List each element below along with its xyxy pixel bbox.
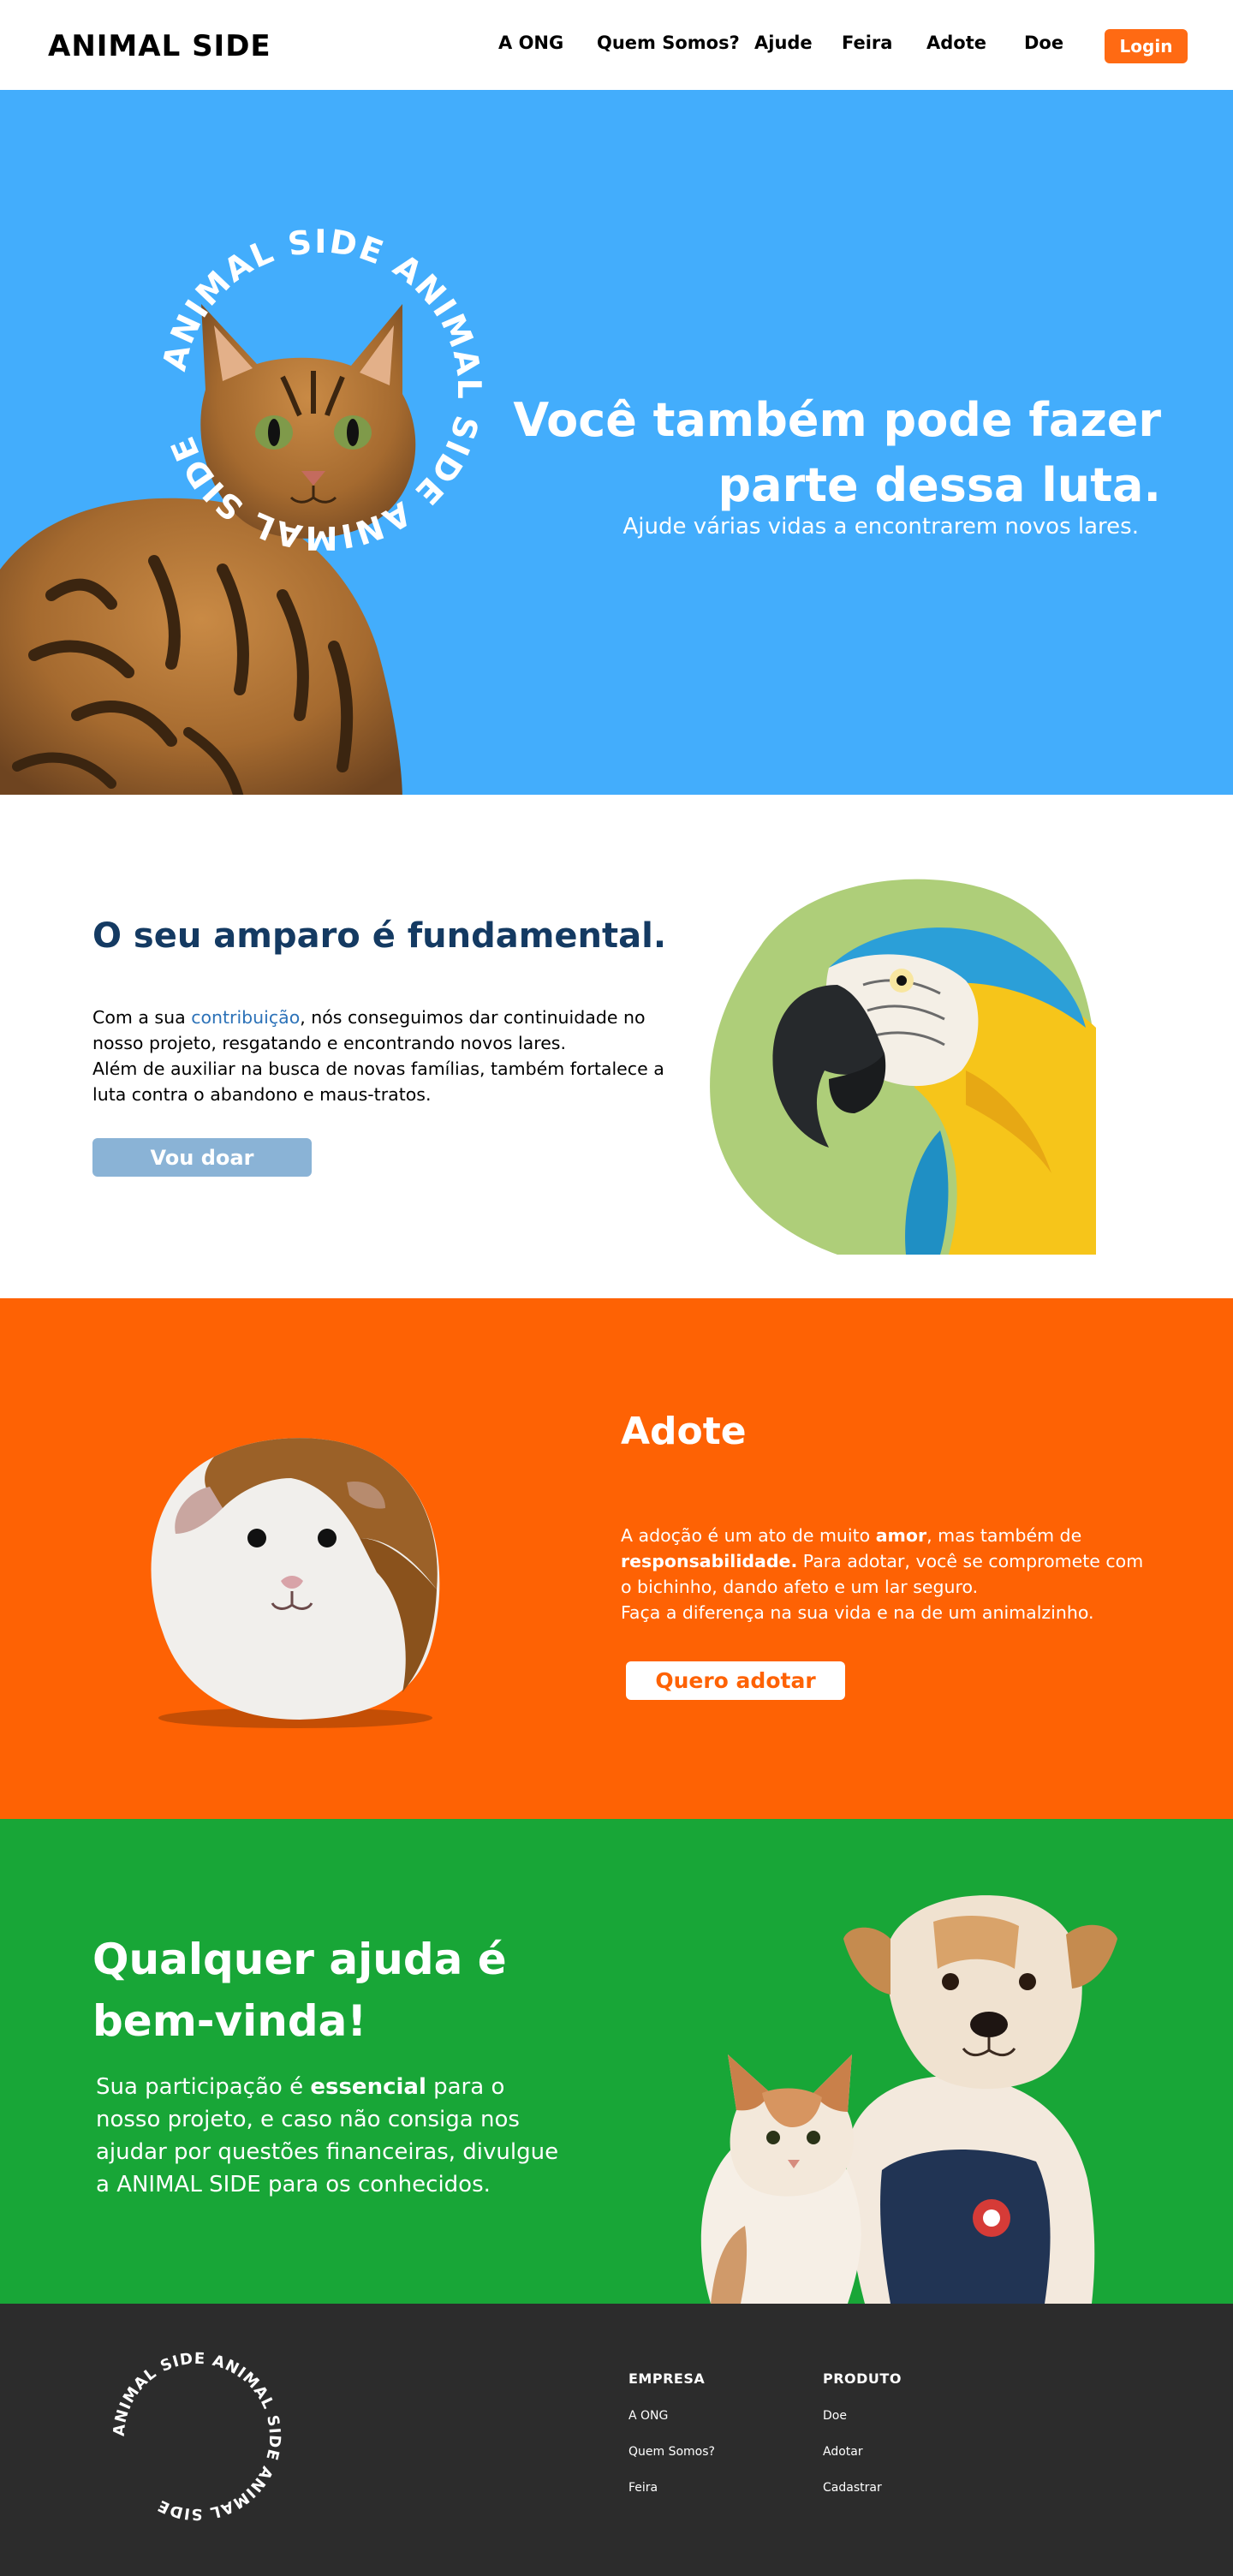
- ajuda-text-a: Sua participação é: [96, 2074, 311, 2100]
- footer-link-a-ong[interactable]: A ONG: [628, 2409, 715, 2423]
- adote-text-bold-amor: amor: [875, 1525, 927, 1546]
- hero-section: ANIMAL SIDE ANIMAL SIDE ANIMAL SIDE Você…: [0, 90, 1233, 795]
- ajuda-text: Sua participação é essencial para o noss…: [96, 2071, 575, 2201]
- donate-button[interactable]: Vou doar: [92, 1138, 312, 1177]
- ajuda-text-bold: essencial: [310, 2074, 426, 2100]
- adopt-button[interactable]: Quero adotar: [626, 1661, 845, 1700]
- nav-link-doe[interactable]: Doe: [1024, 33, 1063, 53]
- hero-title-line1: Você também pode fazer: [513, 393, 1161, 447]
- footer-link-feira[interactable]: Feira: [628, 2481, 715, 2495]
- adote-text-bold-resp: responsabilidade.: [621, 1551, 798, 1571]
- brand-ring-logo: ANIMAL SIDE ANIMAL SIDE ANIMAL SIDE: [155, 223, 488, 557]
- footer-ring-logo: ANIMAL SIDE ANIMAL SIDE ANIMAL SIDE: [110, 2350, 284, 2523]
- amparo-text-line2: Além de auxiliar na busca de novas famíl…: [92, 1058, 664, 1105]
- ajuda-title-line1: Qualquer ajuda é: [92, 1935, 507, 1984]
- amparo-text: Com a sua contribuição, nós conseguimos …: [92, 1005, 666, 1107]
- nav-link-adote[interactable]: Adote: [926, 33, 986, 53]
- footer-produto-heading: PRODUTO: [823, 2370, 902, 2387]
- footer-link-quem-somos[interactable]: Quem Somos?: [628, 2445, 715, 2459]
- svg-text:ANIMAL SIDE ANIMAL SIDE ANIMAL: ANIMAL SIDE ANIMAL SIDE ANIMAL SIDE: [110, 2350, 284, 2523]
- parrot-image: [710, 879, 1096, 1255]
- nav-link-a-ong[interactable]: A ONG: [498, 33, 563, 53]
- footer-link-cadastrar[interactable]: Cadastrar: [823, 2481, 902, 2495]
- brand-logo[interactable]: ANIMAL SIDE: [48, 29, 271, 63]
- adote-text-line2: Faça a diferença na sua vida e na de um …: [621, 1602, 1094, 1623]
- amparo-title: O seu amparo é fundamental.: [92, 916, 667, 956]
- footer-empresa-heading: EMPRESA: [628, 2370, 706, 2387]
- footer-col-produto: PRODUTO Doe Adotar Cadastrar: [823, 2370, 902, 2517]
- amparo-text-pre: Com a sua: [92, 1007, 192, 1028]
- amparo-section: O seu amparo é fundamental. Com a sua co…: [0, 795, 1233, 1298]
- hero-title: Você também pode fazer parte dessa luta.: [510, 388, 1161, 518]
- ajuda-title-line2: bem-vinda!: [92, 1996, 367, 2046]
- adote-text-a: A adoção é um ato de muito: [621, 1525, 876, 1546]
- nav-link-quem-somos[interactable]: Quem Somos?: [597, 33, 740, 53]
- footer-link-adotar[interactable]: Adotar: [823, 2445, 902, 2459]
- contribution-link[interactable]: contribuição: [191, 1007, 300, 1028]
- hero-title-line2: parte dessa luta.: [718, 458, 1161, 512]
- adote-text-c: , mas também de: [926, 1525, 1082, 1546]
- login-button[interactable]: Login: [1105, 29, 1188, 63]
- svg-text:ANIMAL SIDE ANIMAL SIDE ANIMAL: ANIMAL SIDE ANIMAL SIDE ANIMAL SIDE: [155, 223, 488, 557]
- ajuda-section: Qualquer ajuda é bem-vinda! Sua particip…: [0, 1819, 1233, 2304]
- dog-and-cat-image: [700, 1895, 1117, 2304]
- nav-link-ajude[interactable]: Ajude: [754, 33, 813, 53]
- hero-subtitle: Ajude várias vidas a encontrarem novos l…: [622, 514, 1139, 540]
- footer-col-empresa: EMPRESA A ONG Quem Somos? Feira: [628, 2370, 715, 2517]
- guinea-pig-image: [151, 1438, 440, 1728]
- adote-text: A adoção é um ato de muito amor, mas tam…: [621, 1523, 1152, 1625]
- footer: ANIMAL SIDE ANIMAL SIDE ANIMAL SIDE EMPR…: [0, 2304, 1233, 2576]
- adote-section: Adote A adoção é um ato de muito amor, m…: [0, 1298, 1233, 1819]
- adote-title: Adote: [621, 1410, 747, 1453]
- ajuda-title: Qualquer ajuda é bem-vinda!: [92, 1929, 572, 2052]
- top-navbar: ANIMAL SIDE A ONG Quem Somos? Ajude Feir…: [0, 0, 1233, 90]
- footer-link-doe[interactable]: Doe: [823, 2409, 902, 2423]
- nav-link-feira[interactable]: Feira: [842, 33, 892, 53]
